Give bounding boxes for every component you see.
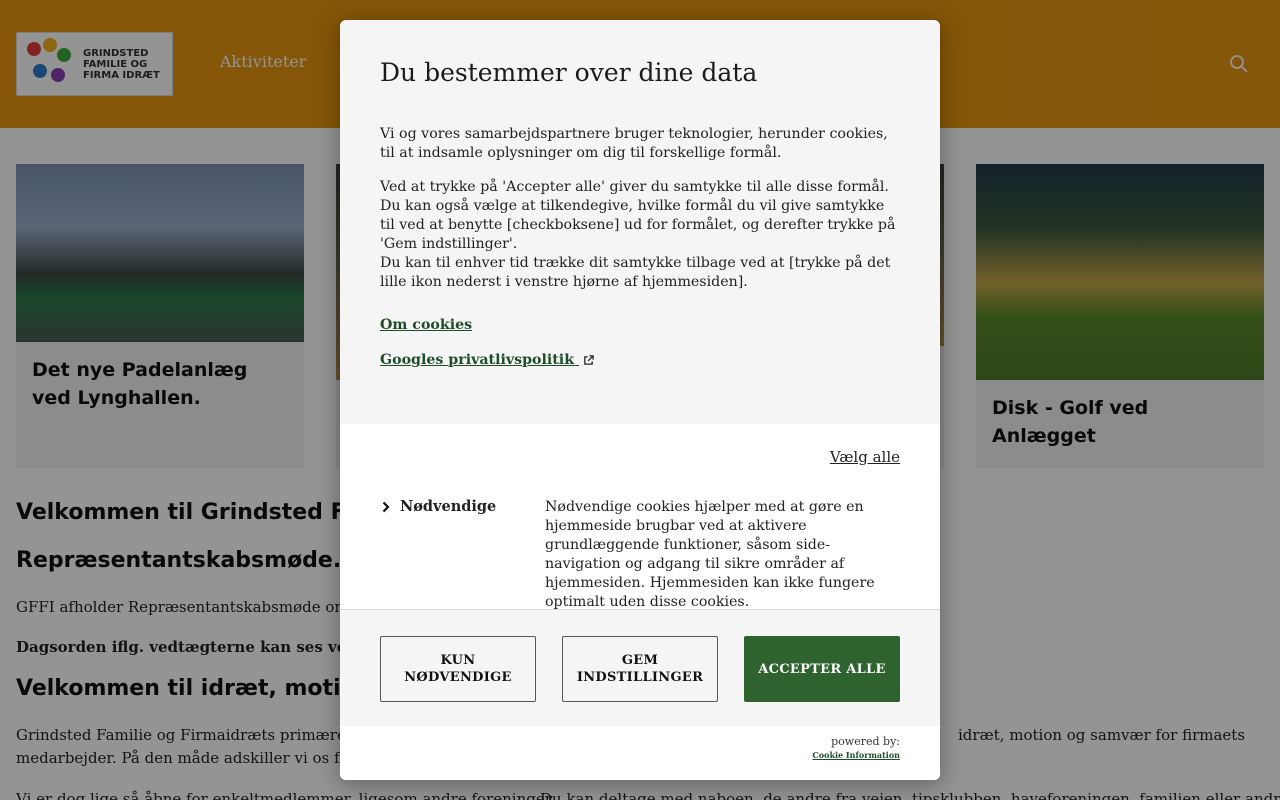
only-necessary-button[interactable]: KUN NØDVENDIGE xyxy=(380,636,536,702)
category-toggle-necessary[interactable]: Nødvendige xyxy=(380,498,496,515)
dialog-title: Du bestemmer over dine data xyxy=(380,58,758,87)
category-description: Nødvendige cookies hjælper med at gøre e… xyxy=(545,499,875,610)
dialog-actions: KUN NØDVENDIGE GEM INDSTILLINGER ACCEPTE… xyxy=(340,609,940,726)
dialog-intro: Du bestemmer over dine data Vi og vores … xyxy=(340,20,940,424)
dialog-text-3: Du kan til enhver tid trække dit samtykk… xyxy=(380,255,891,290)
save-settings-button[interactable]: GEM INDSTILLINGER xyxy=(562,636,718,702)
about-cookies-link[interactable]: Om cookies xyxy=(380,317,472,333)
dialog-text-2: Ved at trykke på 'Accepter alle' giver d… xyxy=(380,179,896,252)
google-privacy-label: Googles privatlivspolitik xyxy=(380,352,575,368)
select-all-link[interactable]: Vælg alle xyxy=(830,448,900,466)
consent-categories: Vælg alle Nødvendige Nødvendige cookies … xyxy=(340,424,940,610)
google-privacy-link[interactable]: Googles privatlivspolitik xyxy=(380,352,594,368)
powered-by: powered by: Cookie Information xyxy=(812,735,900,760)
category-label: Nødvendige xyxy=(400,498,497,515)
chevron-right-icon xyxy=(382,501,390,512)
cookie-information-link[interactable]: Cookie Information xyxy=(812,750,900,760)
cookie-consent-dialog: Du bestemmer over dine data Vi og vores … xyxy=(340,20,940,780)
dialog-footer: powered by: Cookie Information xyxy=(340,726,940,780)
dialog-text-1: Vi og vores samarbejdspartnere bruger te… xyxy=(380,126,888,161)
powered-by-label: powered by: xyxy=(831,735,900,748)
accept-all-button[interactable]: ACCEPTER ALLE xyxy=(744,636,900,702)
external-link-icon xyxy=(584,354,594,365)
